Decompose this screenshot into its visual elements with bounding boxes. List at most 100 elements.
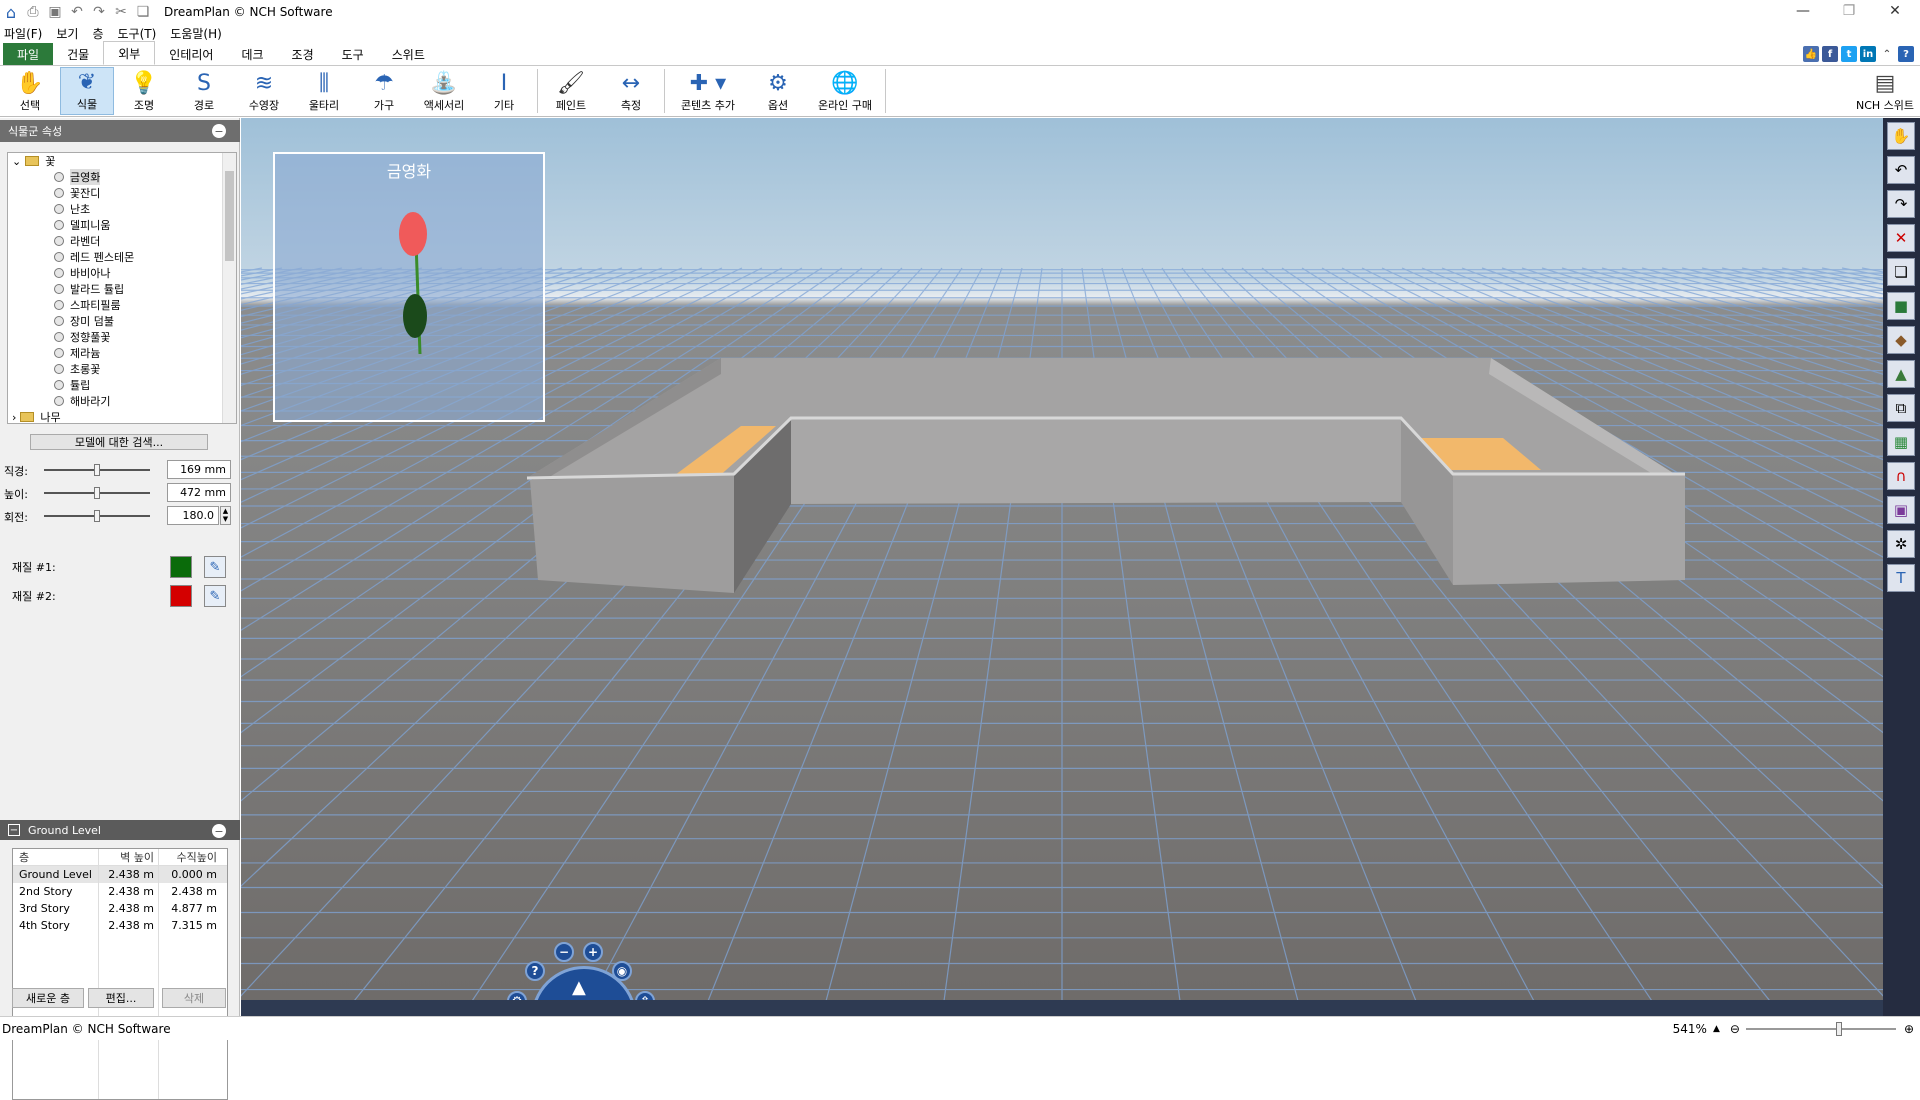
tree-item[interactable]: 스파티필룸 <box>8 297 236 313</box>
zoom-dropdown-icon[interactable]: ▲ <box>1713 1024 1720 1034</box>
save-icon[interactable]: ▣ <box>44 2 66 22</box>
delete-icon[interactable]: ✕ <box>1887 224 1915 252</box>
tool-plants[interactable]: ❦ 식물 <box>60 67 114 115</box>
rotation-slider[interactable] <box>44 510 150 522</box>
magnet-icon[interactable]: ∩ <box>1887 462 1915 490</box>
search-models-button[interactable]: 모델에 대한 검색... <box>30 434 208 450</box>
rotation-input[interactable]: 180.0 <box>167 506 219 525</box>
tab-exterior[interactable]: 외부 <box>103 41 156 65</box>
app-icon[interactable]: ⌂ <box>0 2 22 22</box>
tool-pool[interactable]: ≋ 수영장 <box>234 67 294 115</box>
twitter-icon[interactable]: t <box>1841 46 1857 62</box>
height-slider[interactable] <box>44 487 150 499</box>
tool-path[interactable]: S 경로 <box>174 67 234 115</box>
material-1-swatch[interactable] <box>170 556 192 578</box>
tab-landscape[interactable]: 조경 <box>278 43 328 65</box>
table-row[interactable]: 4th Story 2.438 m 7.315 m <box>13 917 227 934</box>
diameter-slider[interactable] <box>44 464 150 476</box>
delete-floor-button[interactable]: 삭제 <box>162 988 226 1008</box>
zoom-slider[interactable] <box>1745 1021 1896 1036</box>
layers-icon[interactable]: ⧉ <box>1887 394 1915 422</box>
tree-item[interactable]: 장미 덤불 <box>8 313 236 329</box>
tree-item[interactable]: 델피니움 <box>8 217 236 233</box>
tab-file[interactable]: 파일 <box>3 43 54 65</box>
help-icon[interactable]: ? <box>525 961 545 981</box>
tree-item[interactable]: 튤립 <box>8 377 236 393</box>
undo-view-icon[interactable]: ↶ <box>1887 156 1915 184</box>
menu-tools[interactable]: 도구(T) <box>118 25 157 42</box>
new-floor-button[interactable]: 새로운 층 <box>12 988 84 1008</box>
cut-icon[interactable]: ✂ <box>110 2 132 22</box>
restore-button[interactable]: ❐ <box>1826 0 1872 22</box>
zoom-slider-knob[interactable] <box>1835 1021 1842 1036</box>
edit-floor-button[interactable]: 편집... <box>88 988 154 1008</box>
tab-interior[interactable]: 인테리어 <box>155 43 227 65</box>
zoom-in-icon[interactable]: ⊕ <box>1904 1022 1914 1036</box>
tree-item[interactable]: 정향풀꽃 <box>8 329 236 345</box>
tree-item[interactable]: 발라드 튤립 <box>8 281 236 297</box>
tree-item[interactable]: 제라늄 <box>8 345 236 361</box>
terrain-icon[interactable]: ◆ <box>1887 326 1915 354</box>
like-icon[interactable]: 👍 <box>1803 46 1819 62</box>
undo-icon[interactable]: ↶ <box>66 2 88 22</box>
scrollbar-thumb[interactable] <box>225 171 234 261</box>
slider-knob[interactable] <box>94 487 100 499</box>
slider-knob[interactable] <box>94 510 100 522</box>
tool-measure[interactable]: ↔ 측정 <box>601 67 661 115</box>
tree-item[interactable]: 난초 <box>8 201 236 217</box>
tool-select[interactable]: ✋ 선택 <box>0 67 60 115</box>
print-icon[interactable]: ⎙ <box>22 2 44 22</box>
slider-knob[interactable] <box>94 464 100 476</box>
tree-item[interactable]: 바비아나 <box>8 265 236 281</box>
menu-file[interactable]: 파일(F) <box>4 25 42 42</box>
tree-scrollbar[interactable] <box>222 153 236 423</box>
menu-help[interactable]: 도움말(H) <box>170 25 222 42</box>
tree-item[interactable]: 금영화 <box>8 169 236 185</box>
facebook-icon[interactable]: f <box>1822 46 1838 62</box>
redo-icon[interactable]: ↷ <box>88 2 110 22</box>
tool-buy-online[interactable]: 🌐 온라인 구매 <box>808 67 882 115</box>
tab-suite[interactable]: 스위트 <box>378 43 439 65</box>
tab-deck[interactable]: 데크 <box>227 43 277 65</box>
levels-table[interactable]: 층 벽 높이 수직높이 Ground Level 2.438 m 0.000 m… <box>12 848 228 1100</box>
tab-building[interactable]: 건물 <box>53 43 103 65</box>
tool-paint[interactable]: 🖌 페인트 <box>541 67 601 115</box>
height-input[interactable]: 472 mm <box>167 483 231 502</box>
copy-icon[interactable]: ❏ <box>132 2 154 22</box>
help-icon[interactable]: ? <box>1898 46 1914 62</box>
table-row[interactable]: 3rd Story 2.438 m 4.877 m <box>13 900 227 917</box>
grid-icon[interactable]: ▦ <box>1887 428 1915 456</box>
tool-fence[interactable]: ⫼ 울타리 <box>294 67 354 115</box>
camera-icon[interactable]: ◉ <box>612 961 632 981</box>
menu-view[interactable]: 보기 <box>56 25 78 42</box>
eyedropper-icon[interactable]: ✎ <box>204 585 226 607</box>
table-row[interactable]: 2nd Story 2.438 m 2.438 m <box>13 883 227 900</box>
tab-tools[interactable]: 도구 <box>328 43 378 65</box>
close-button[interactable]: ✕ <box>1872 0 1918 22</box>
eyedropper-icon[interactable]: ✎ <box>204 556 226 578</box>
3d-viewport[interactable]: 금영화 ▲ ▼ ◀ ▶ ? − + ◉ ⚙ ⇧ ↻ ⇩ <box>241 118 1883 1016</box>
copy-icon[interactable]: ❏ <box>1887 258 1915 286</box>
tool-add-content[interactable]: ✚ ▾ 콘텐츠 추가 <box>668 67 748 115</box>
minimize-button[interactable]: — <box>1780 0 1826 22</box>
collapse-icon[interactable]: − <box>212 124 226 138</box>
collapse-icon[interactable]: − <box>212 824 226 838</box>
tool-furniture[interactable]: ☂ 가구 <box>354 67 414 115</box>
hand-icon[interactable]: ✋ <box>1887 122 1915 150</box>
zoom-out-icon[interactable]: − <box>554 942 574 962</box>
tree-item[interactable]: 꽃잔디 <box>8 185 236 201</box>
collapse-ribbon-icon[interactable]: ⌃ <box>1879 46 1895 62</box>
tool-accessories[interactable]: ⛲ 액세서리 <box>414 67 474 115</box>
tool-nch-suite[interactable]: ▤ NCH 스위트 <box>1850 67 1920 115</box>
rotation-spinner[interactable]: ▲ ▼ <box>220 506 231 525</box>
menu-floor[interactable]: 층 <box>92 25 103 42</box>
zoom-in-icon[interactable]: + <box>583 942 603 962</box>
frame-icon[interactable]: ▣ <box>1887 496 1915 524</box>
tree-item[interactable]: 초롱꽃 <box>8 361 236 377</box>
tree-folder-trees[interactable]: › 나무 <box>8 409 236 424</box>
redo-view-icon[interactable]: ↷ <box>1887 190 1915 218</box>
linkedin-icon[interactable]: in <box>1860 46 1876 62</box>
diameter-input[interactable]: 169 mm <box>167 460 231 479</box>
pan-up-icon[interactable]: ▲ <box>572 977 586 998</box>
tree-folder-flowers[interactable]: ⌄ 꽃 <box>8 153 236 169</box>
